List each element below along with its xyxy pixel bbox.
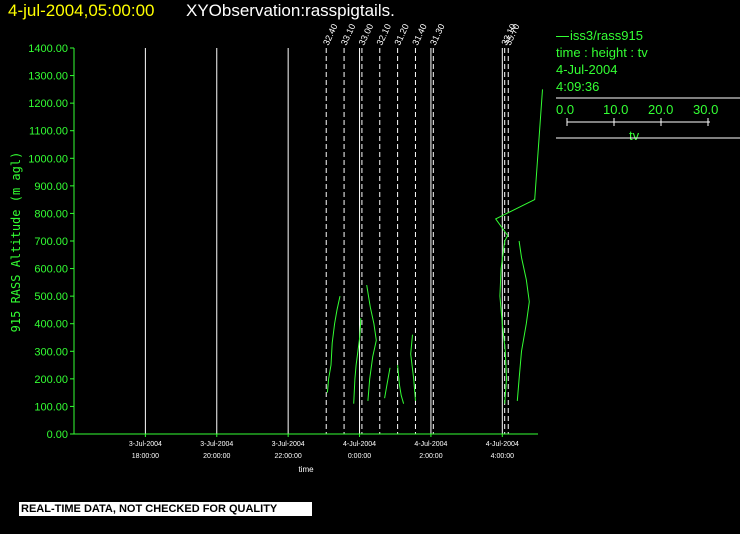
x-tick-date: 4-Jul-2004 — [486, 441, 519, 448]
legend-axes-label: time : height : tv — [556, 45, 648, 60]
x-tick-time: 4:00:00 — [491, 453, 514, 460]
profile-label: 33.00 — [357, 22, 376, 47]
legend-series: iss3/rass915 — [556, 28, 740, 43]
legend-panel: iss3/rass915 time : height : tv 4-Jul-20… — [556, 28, 740, 143]
axes: 0.00 100.00 200.00 300.00 400.00 500.00 600.00… — [28, 43, 538, 460]
y-tick-label: 1300.00 — [28, 71, 68, 83]
profile-lines: 32.40 33.10 33.00 32.10 31.20 31.40 31.30 33.10… — [321, 22, 522, 434]
x-axis-label: time — [298, 465, 314, 474]
x-tick-time: 20:00:00 — [203, 453, 230, 460]
scale-tick-1: 10.0 — [603, 102, 629, 117]
y-axis-label: 915 RASS Altitude (m agl) — [9, 152, 23, 333]
profile-curve — [366, 285, 377, 401]
y-tick-label: 1400.00 — [28, 43, 68, 55]
profile-label: 35.70 — [503, 22, 522, 47]
x-tick-date: 4-Jul-2004 — [343, 441, 376, 448]
quality-warning: REAL-TIME DATA, NOT CHECKED FOR QUALITY — [19, 502, 312, 516]
legend-time: 4:09:36 — [556, 79, 600, 94]
x-tick-date: 4-Jul-2004 — [414, 441, 447, 448]
y-tick-label: 200.00 — [34, 374, 68, 386]
y-tick-label: 800.00 — [34, 208, 68, 220]
x-tick-time: 0:00:00 — [348, 453, 371, 460]
profile-curve — [384, 367, 391, 399]
scale-tick-3: 30.0 — [693, 102, 719, 117]
profile-curve — [516, 240, 530, 401]
y-tick-label: 900.00 — [34, 181, 68, 193]
x-tick-time: 2:00:00 — [419, 453, 442, 460]
profile-curve — [397, 365, 405, 404]
grid-lines — [144, 48, 503, 434]
x-tick-date: 3-Jul-2004 — [129, 441, 162, 448]
x-tick-time: 18:00:00 — [132, 453, 159, 460]
profile-label: 33.10 — [339, 22, 358, 47]
y-tick-label: 1100.00 — [29, 126, 68, 138]
scale-bar — [566, 118, 710, 126]
profile-curve — [410, 334, 416, 401]
x-tick-date: 3-Jul-2004 — [272, 441, 305, 448]
profile-label: 32.40 — [321, 22, 340, 47]
y-tick-label: 1200.00 — [28, 98, 68, 110]
scale-tick-0: 0.0 — [556, 102, 575, 117]
y-tick-label: 400.00 — [34, 319, 68, 331]
legend-series-label: iss3/rass915 — [570, 28, 643, 43]
x-tick-time: 22:00:00 — [275, 453, 302, 460]
profile-label: 31.30 — [428, 22, 447, 47]
profile-label: 31.40 — [410, 22, 429, 47]
legend-scale: 0.0 10.0 20.0 30.0 — [556, 100, 740, 128]
y-tick-label: 700.00 — [34, 236, 68, 248]
profile-label: 32.10 — [375, 22, 394, 47]
y-tick-label: 1000.00 — [28, 153, 68, 165]
y-tick-label: 300.00 — [34, 346, 68, 358]
y-tick-label: 0.00 — [47, 429, 68, 441]
legend-line-icon — [556, 36, 569, 38]
scale-tick-2: 20.0 — [648, 102, 674, 117]
profile-curve — [326, 295, 341, 393]
legend-date: 4-Jul-2004 — [556, 62, 618, 77]
legend-divider-bottom — [556, 137, 740, 139]
x-tick-date: 3-Jul-2004 — [200, 441, 233, 448]
y-tick-label: 100.00 — [34, 401, 68, 413]
y-tick-label: 600.00 — [34, 264, 68, 276]
y-tick-label: 500.00 — [34, 291, 68, 303]
profile-label: 31.20 — [392, 22, 411, 47]
